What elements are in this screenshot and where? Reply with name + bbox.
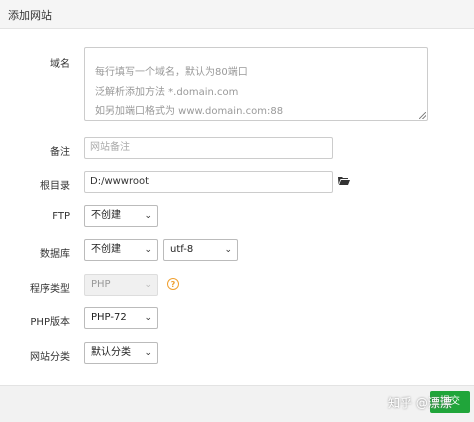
- php-version-select[interactable]: PHP-72 ⌄: [84, 307, 158, 329]
- ftp-label: FTP: [52, 211, 70, 222]
- chevron-down-icon: ⌄: [144, 211, 152, 221]
- resize-grip-icon[interactable]: [419, 112, 426, 119]
- note-label: 备注: [50, 147, 70, 158]
- root-label: 根目录: [40, 181, 70, 192]
- domain-placeholder-line-2: 泛解析添加方法 *.domain.com: [95, 87, 239, 98]
- chevron-down-icon: ⌄: [144, 313, 152, 323]
- charset-select-value: utf-8: [170, 244, 194, 255]
- category-label: 网站分类: [30, 352, 70, 363]
- chevron-down-icon: ⌄: [144, 245, 152, 255]
- ftp-select-value: 不创建: [91, 210, 121, 221]
- charset-select[interactable]: utf-8 ⌄: [163, 239, 238, 261]
- category-select[interactable]: 默认分类 ⌄: [84, 342, 158, 364]
- dialog-titlebar: 添加网站: [0, 0, 474, 29]
- chevron-down-icon: ⌄: [224, 245, 232, 255]
- program-type-select-value: PHP: [91, 279, 111, 290]
- program-type-select: PHP ⌄: [84, 274, 158, 296]
- domain-textarea[interactable]: 每行填写一个域名，默认为80端口 泛解析添加方法 *.domain.com 如另…: [84, 47, 428, 121]
- program-type-label: 程序类型: [30, 284, 70, 295]
- folder-open-icon[interactable]: [338, 176, 350, 185]
- database-select-value: 不创建: [91, 244, 121, 255]
- root-input[interactable]: D:/wwwroot: [84, 171, 333, 193]
- php-version-label: PHP版本: [30, 317, 70, 328]
- note-input[interactable]: 网站备注: [84, 137, 333, 159]
- database-label: 数据库: [40, 249, 70, 260]
- php-version-select-value: PHP-72: [91, 312, 127, 323]
- chevron-down-icon: ⌄: [144, 348, 152, 358]
- domain-placeholder-line-3: 如另加端口格式为 www.domain.com:88: [95, 106, 284, 117]
- category-select-value: 默认分类: [91, 347, 131, 358]
- dialog-title: 添加网站: [8, 9, 52, 22]
- chevron-down-icon: ⌄: [144, 280, 152, 290]
- database-select[interactable]: 不创建 ⌄: [84, 239, 158, 261]
- watermark: 知乎 @漂漂: [388, 396, 452, 410]
- domain-placeholder-line-1: 每行填写一个域名，默认为80端口: [95, 67, 248, 78]
- ftp-select[interactable]: 不创建 ⌄: [84, 205, 158, 227]
- domain-label: 域名: [50, 59, 70, 70]
- help-icon[interactable]: ?: [167, 278, 179, 290]
